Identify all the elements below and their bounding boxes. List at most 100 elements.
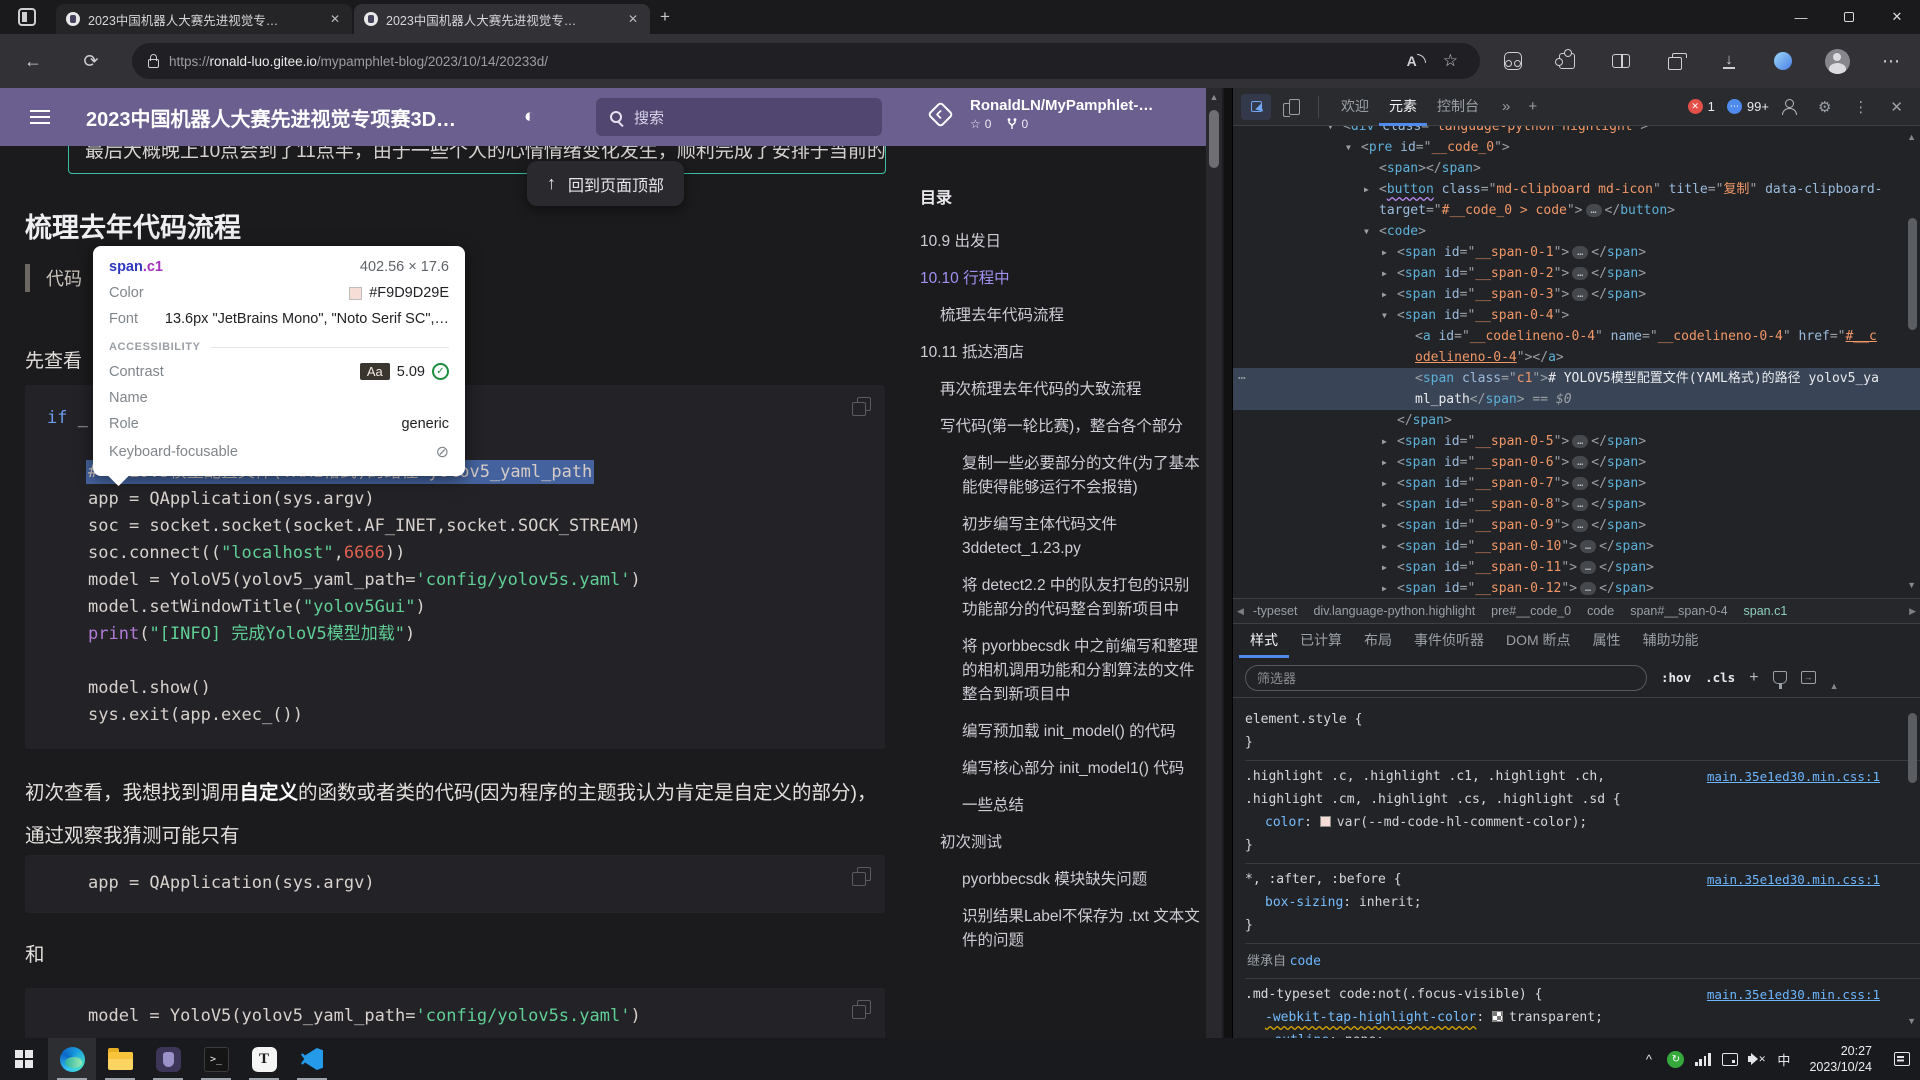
start-button[interactable]	[0, 1038, 48, 1080]
toc-item[interactable]: 编写预加载 init_model() 的代码	[920, 720, 1200, 744]
css-property[interactable]: -webkit-tap-highlight-color: transparent…	[1245, 1006, 1880, 1029]
inherited-element-link[interactable]: code	[1290, 954, 1321, 969]
styles-scroll-up-icon[interactable]: ▲	[1830, 681, 1839, 691]
tab-close-icon[interactable]: ✕	[626, 12, 640, 26]
toc-item[interactable]: 写代码(第一轮比赛)，整合各个部分	[920, 415, 1200, 439]
styles-tab-布局[interactable]: 布局	[1353, 624, 1403, 658]
tray-green-icon[interactable]: ↻	[1662, 1038, 1689, 1080]
device-toolbar-icon[interactable]	[1283, 98, 1300, 117]
color-swatch[interactable]	[1319, 816, 1331, 827]
dom-tree-row[interactable]: ▶ <span id="__span-0-5">… </span>	[1233, 431, 1920, 452]
inspect-element-icon[interactable]	[1241, 93, 1271, 120]
copy-icon[interactable]	[852, 867, 871, 886]
dom-tree-row[interactable]: <a id="__codelineno-0-4" name="__codelin…	[1233, 326, 1920, 368]
tree-scrollbar-thumb[interactable]	[1908, 218, 1917, 330]
taskbar-clock[interactable]: 20:27 2023/10/24	[1797, 1043, 1884, 1075]
add-panel-icon[interactable]: +	[1523, 98, 1542, 115]
dom-tree-row[interactable]: </span>	[1233, 410, 1920, 431]
reload-button[interactable]: ⟳	[72, 43, 110, 79]
tree-scroll-down-icon[interactable]: ▼	[1907, 580, 1916, 590]
page-scrollbar[interactable]: ▲	[1206, 88, 1222, 1038]
collapse-icon[interactable]: ▼	[1328, 126, 1333, 137]
taskbar-explorer-icon[interactable]	[96, 1038, 144, 1080]
dom-tree-row[interactable]: ▶ <span id="__span-0-3">… </span>	[1233, 284, 1920, 305]
toc-item[interactable]: 一些总结	[920, 794, 1200, 818]
toc-item[interactable]: 初步编写主体代码文件 3ddetect_1.23.py	[920, 513, 1200, 561]
expand-icon[interactable]: ▶	[1364, 179, 1369, 200]
css-property[interactable]: box-sizing: inherit;	[1245, 891, 1880, 914]
dom-tree-row[interactable]: ▶ <span id="__span-0-7">… </span>	[1233, 473, 1920, 494]
expand-icon[interactable]: ▶	[1382, 536, 1387, 557]
css-source-link[interactable]: main.35e1ed30.min.css:1	[1707, 983, 1880, 1006]
expand-icon[interactable]: ▶	[1382, 578, 1387, 598]
profile-avatar[interactable]	[1818, 43, 1856, 79]
volume-muted-icon[interactable]: ✕	[1743, 1038, 1770, 1080]
taskbar-terminal-icon[interactable]: >_	[192, 1038, 240, 1080]
breadcrumb-item-active[interactable]: span.c1	[1744, 604, 1788, 618]
browser-tab-active[interactable]: 2023中国机器人大赛先进视觉专… ✕	[354, 4, 650, 34]
toc-item-active[interactable]: 10.10 行程中	[920, 267, 1200, 291]
expand-icon[interactable]: ▶	[1382, 557, 1387, 578]
workspaces-icon[interactable]	[18, 8, 36, 26]
breadcrumb-item[interactable]: pre#__code_0	[1491, 604, 1571, 618]
breadcrumb-item[interactable]: span#__span-0-4	[1630, 604, 1727, 618]
styles-scroll-down-icon[interactable]: ▼	[1907, 1016, 1916, 1026]
breadcrumb-item[interactable]: -typeset	[1253, 604, 1297, 618]
new-tab-button[interactable]: +	[660, 7, 670, 27]
css-selector[interactable]: main.35e1ed30.min.css:1 .highlight .c, .h…	[1245, 765, 1880, 788]
expand-icon[interactable]: ▶	[1382, 284, 1387, 305]
styles-scrollbar-thumb[interactable]	[1908, 713, 1917, 783]
css-selector[interactable]: .highlight .cm, .highlight .cs, .highlig…	[1245, 788, 1880, 811]
toc-item[interactable]: 梳理去年代码流程	[920, 304, 1200, 328]
menu-icon[interactable]	[30, 110, 50, 124]
toc-item[interactable]: 识别结果Label不保存为 .txt 文本文件的问题	[920, 905, 1200, 953]
browser-essentials-icon[interactable]	[1494, 43, 1532, 79]
toc-item[interactable]: 再次梳理去年代码的大致流程	[920, 378, 1200, 402]
minimize-button[interactable]: —	[1778, 0, 1824, 34]
styles-tab-属性[interactable]: 属性	[1582, 624, 1632, 658]
theme-toggle-icon[interactable]: ◐	[524, 106, 535, 128]
copilot-icon[interactable]	[1764, 43, 1802, 79]
collapse-icon[interactable]: ▼	[1346, 137, 1351, 158]
toc-item[interactable]: 复制一些必要部分的文件(为了基本能使得能够运行不会报错)	[920, 452, 1200, 500]
computed-sidebar-icon[interactable]: →	[1800, 671, 1816, 684]
downloads-icon[interactable]: ↓	[1710, 43, 1748, 79]
read-aloud-icon[interactable]: A	[1407, 53, 1426, 69]
expand-icon[interactable]: ▶	[1382, 494, 1387, 515]
copy-icon[interactable]	[852, 397, 871, 416]
dom-tree-row[interactable]: ▼ <div class="language-python highlight">	[1233, 126, 1920, 137]
settings-gear-icon[interactable]: ⚙	[1813, 98, 1836, 116]
devtools-tab-控制台[interactable]: 控制台	[1427, 88, 1489, 126]
toc-item[interactable]: 10.9 出发日	[920, 230, 1200, 254]
dom-tree-row[interactable]: ▶ <span id="__span-0-1">… </span>	[1233, 242, 1920, 263]
toc-item[interactable]: 编写核心部分 init_model1() 代码	[920, 757, 1200, 781]
css-property[interactable]: ▶outline: none;	[1245, 1029, 1880, 1038]
taskbar-typora-icon[interactable]: T	[240, 1038, 288, 1080]
pseudo-state-toggle[interactable]: :hov	[1661, 670, 1691, 685]
css-property[interactable]: color: var(--md-code-hl-comment-color);	[1245, 811, 1880, 834]
toc-item[interactable]: 将 pyorbbecsdk 中之前编写和整理的相机调用功能和分割算法的文件整合到…	[920, 635, 1200, 707]
lock-icon[interactable]	[148, 54, 159, 68]
dom-tree-row[interactable]: ▼ <pre id="__code_0">	[1233, 137, 1920, 158]
dom-tree-row[interactable]: ▶ <span id="__span-0-10">… </span>	[1233, 536, 1920, 557]
messages-badge[interactable]: ⋯ 99+	[1726, 99, 1769, 114]
ime-panel-icon[interactable]	[1716, 1038, 1743, 1080]
expand-icon[interactable]: ▶	[1382, 515, 1387, 536]
maximize-button[interactable]	[1826, 0, 1872, 34]
expand-icon[interactable]: ▶	[1382, 431, 1387, 452]
styles-tab-已计算[interactable]: 已计算	[1289, 624, 1353, 658]
dom-tree-row[interactable]: ▶ <span id="__span-0-9">… </span>	[1233, 515, 1920, 536]
taskbar-edge-icon[interactable]	[48, 1038, 96, 1080]
copy-icon[interactable]	[852, 1000, 871, 1019]
back-button[interactable]: ←	[14, 43, 52, 79]
breadcrumb-left-icon[interactable]: ◀	[1237, 606, 1244, 617]
devtools-close-icon[interactable]: ✕	[1885, 98, 1908, 116]
back-to-top-button[interactable]: ↑ 回到页面顶部	[527, 161, 685, 206]
devtools-tab-欢迎[interactable]: 欢迎	[1331, 88, 1379, 126]
breadcrumb-right-icon[interactable]: ▶	[1909, 606, 1916, 617]
toc-item[interactable]: pyorbbecsdk 模块缺失问题	[920, 868, 1200, 892]
dom-tree-row-selected[interactable]: ⋯ <span class="c1"># YOLOV5模型配置文件(YAML格式)…	[1233, 368, 1920, 410]
dom-tree-row[interactable]: ▶ <span id="__span-0-2">… </span>	[1233, 263, 1920, 284]
tray-expand-icon[interactable]: ^	[1635, 1038, 1662, 1080]
new-style-rule-icon[interactable]: +	[1749, 669, 1758, 687]
